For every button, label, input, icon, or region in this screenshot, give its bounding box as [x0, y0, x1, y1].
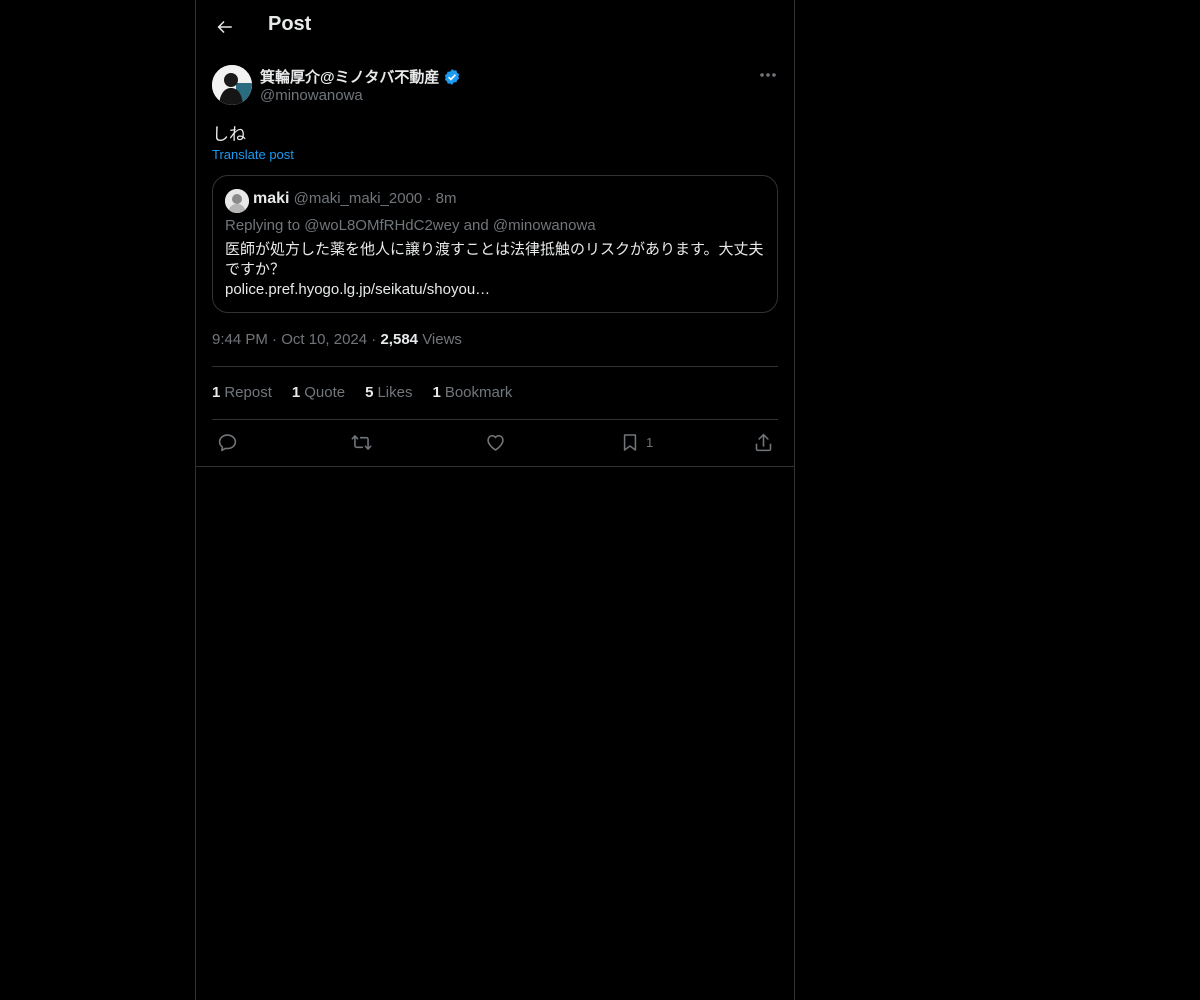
views-count: 2,584: [380, 331, 419, 348]
quoted-post-card[interactable]: maki @maki_maki_2000 · 8m Replying to @w…: [212, 175, 778, 313]
quotes-label: Quote: [304, 384, 346, 401]
verified-badge-icon: [445, 68, 460, 85]
quote-body-text: 医師が処方した薬を他人に譲り渡すことは法律抵触のリスクがあります。大丈夫ですか？: [225, 241, 764, 278]
likes-count: 5: [365, 384, 374, 401]
quote-time[interactable]: 8m: [436, 190, 457, 207]
engagement-stats: 1 Repost 1 Quote 5 Likes 1 Bookmark: [212, 384, 512, 401]
arrow-left-icon: [217, 21, 232, 33]
meta-separator-1: ·: [272, 331, 278, 348]
like-button[interactable]: [485, 432, 506, 453]
quote-link[interactable]: police.pref.hyogo.lg.jp/seikatu/shoyou…: [225, 281, 490, 298]
post-date[interactable]: Oct 10, 2024: [281, 331, 367, 348]
quote-author-avatar: [225, 189, 249, 213]
avatar-image: [212, 65, 252, 105]
action-bar: 1: [196, 420, 794, 466]
bookmarks-stat[interactable]: 1 Bookmark: [432, 384, 512, 401]
quote-avatar-image: [225, 189, 249, 213]
reposts-stat[interactable]: 1 Repost: [212, 384, 272, 401]
heart-icon: [487, 434, 504, 451]
bookmarks-label: Bookmark: [444, 384, 513, 401]
more-options-button[interactable]: [756, 64, 780, 86]
views-label: Views: [422, 331, 462, 348]
translate-post-link[interactable]: Translate post: [212, 147, 294, 162]
reposts-label: Repost: [224, 384, 272, 401]
post-text: しね: [212, 125, 246, 144]
quotes-stat[interactable]: 1 Quote: [292, 384, 345, 401]
author-handle[interactable]: @minowanowa: [260, 87, 363, 104]
page-title: Post: [268, 13, 312, 35]
post-time[interactable]: 9:44 PM: [212, 331, 268, 348]
post-column: Post 箕輪厚介@ミノタバ不動産 @minowanowa しね Transla…: [195, 0, 795, 1000]
likes-label: Likes: [377, 384, 413, 401]
author-avatar[interactable]: [212, 65, 252, 105]
reply-button[interactable]: [217, 432, 238, 453]
bookmark-icon: [623, 434, 637, 451]
quote-replying-to: Replying to @woL8OMfRHdC2wey and @minowa…: [225, 217, 596, 234]
back-button[interactable]: [212, 14, 238, 40]
divider: [212, 366, 778, 367]
author-display-name: 箕輪厚介@ミノタバ不動産: [260, 69, 440, 86]
quote-header: maki @maki_maki_2000 · 8m: [253, 190, 456, 208]
bookmark-count: 1: [646, 435, 654, 450]
share-icon: [755, 433, 772, 452]
likes-stat[interactable]: 5 Likes: [365, 384, 412, 401]
quotes-count: 1: [291, 384, 301, 401]
repost-icon: [351, 435, 372, 450]
quote-author-name[interactable]: maki: [253, 190, 289, 207]
repost-button[interactable]: [350, 432, 373, 453]
more-horizontal-icon: [760, 73, 776, 77]
quote-author-handle[interactable]: @maki_maki_2000: [294, 190, 423, 207]
post-header: Post: [196, 0, 794, 54]
post-meta: 9:44 PM · Oct 10, 2024 · 2,584 Views: [212, 331, 462, 348]
meta-separator-2: ·: [371, 331, 377, 348]
bookmarks-count: 1: [432, 384, 441, 401]
quote-separator: ·: [426, 190, 432, 207]
author-name[interactable]: 箕輪厚介@ミノタバ不動産: [260, 66, 461, 87]
share-button[interactable]: [753, 432, 774, 453]
reposts-count: 1: [212, 384, 221, 401]
bookmark-button[interactable]: 1: [620, 432, 653, 453]
post-bottom-border: [196, 466, 794, 467]
reply-icon: [218, 434, 237, 452]
